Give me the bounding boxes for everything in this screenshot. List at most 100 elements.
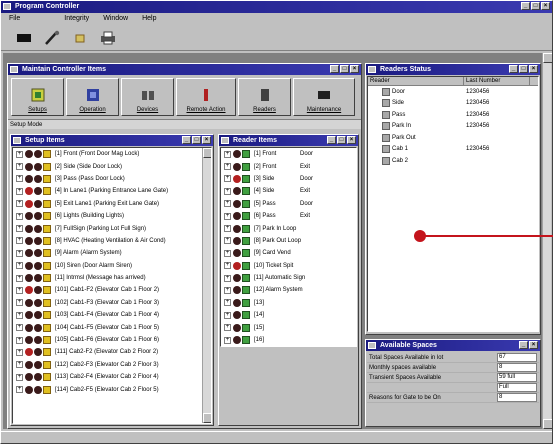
tree-item[interactable]: + [5] Exit Lane1 (Parking Exit Lane Gate) bbox=[13, 198, 211, 210]
remote-action-button[interactable]: Remote Action bbox=[176, 78, 236, 116]
wrench-icon[interactable] bbox=[43, 30, 61, 46]
expand-icon[interactable]: + bbox=[224, 299, 231, 307]
tree-item[interactable]: + [6] Pass Exit bbox=[221, 210, 356, 222]
tree-item[interactable]: + [3] Side Door bbox=[221, 173, 356, 185]
printer-icon[interactable] bbox=[99, 30, 117, 46]
space-value-field[interactable]: Full bbox=[497, 383, 537, 392]
tree-item[interactable]: + [11] Intrmsl (Message has arrived) bbox=[13, 272, 211, 284]
tree-item[interactable]: + [113] Cab2-F4 (Elevator Cab 2 Floor 4) bbox=[13, 371, 211, 383]
expand-icon[interactable]: + bbox=[224, 225, 231, 233]
expand-icon[interactable]: + bbox=[224, 150, 231, 158]
close-button[interactable]: × bbox=[350, 65, 359, 73]
expand-icon[interactable]: + bbox=[224, 175, 231, 183]
tree-item[interactable]: + [101] Cab1-F2 (Elevator Cab 1 Floor 2) bbox=[13, 284, 211, 296]
expand-icon[interactable]: + bbox=[16, 175, 23, 183]
table-row[interactable]: Side 1230456 bbox=[368, 98, 538, 110]
close-button[interactable]: × bbox=[347, 136, 356, 144]
expand-icon[interactable]: + bbox=[224, 262, 231, 270]
expand-icon[interactable]: + bbox=[16, 150, 23, 158]
close-button[interactable]: × bbox=[529, 341, 538, 349]
tree-item[interactable]: + [9] Alarm (Alarm System) bbox=[13, 247, 211, 259]
tree-item[interactable]: + [16] bbox=[221, 334, 356, 346]
tree-item[interactable]: + [104] Cab1-F5 (Elevator Cab 1 Floor 5) bbox=[13, 321, 211, 333]
minimize-button[interactable]: _ bbox=[327, 136, 336, 144]
menu-integrity[interactable]: Integrity bbox=[64, 13, 89, 25]
tree-item[interactable]: + [11] Automatic Sign bbox=[221, 272, 356, 284]
expand-icon[interactable]: + bbox=[16, 386, 23, 394]
space-value-field[interactable]: 59 full bbox=[497, 373, 537, 382]
tree-item[interactable]: + [1] Front Door bbox=[221, 148, 356, 160]
tree-item[interactable]: + [10] Ticket Spit bbox=[221, 260, 356, 272]
expand-icon[interactable]: + bbox=[224, 286, 231, 294]
column-header-reader[interactable]: Reader bbox=[368, 77, 464, 85]
tree-item[interactable]: + [105] Cab1-F6 (Elevator Cab 1 Floor 6) bbox=[13, 334, 211, 346]
expand-icon[interactable]: + bbox=[16, 336, 23, 344]
space-value-field[interactable]: 8 bbox=[497, 393, 537, 402]
expand-icon[interactable]: + bbox=[16, 274, 23, 282]
maximize-button[interactable]: □ bbox=[337, 136, 346, 144]
operation-button[interactable]: Operation bbox=[66, 78, 119, 116]
tree-item[interactable]: + [102] Cab1-F3 (Elevator Cab 1 Floor 3) bbox=[13, 297, 211, 309]
tree-item[interactable]: + [8] Park Out Loop bbox=[221, 235, 356, 247]
table-row[interactable]: Park Out bbox=[368, 132, 538, 144]
maintenance-button[interactable]: Maintenance bbox=[293, 78, 355, 116]
minimize-button[interactable]: _ bbox=[509, 65, 518, 73]
tree-item[interactable]: + [9] Card Vend bbox=[221, 247, 356, 259]
tree-item[interactable]: + [14] bbox=[221, 309, 356, 321]
close-button[interactable]: × bbox=[202, 136, 211, 144]
tree-item[interactable]: + [5] Pass Door bbox=[221, 198, 356, 210]
menu-help[interactable]: Help bbox=[142, 13, 156, 25]
tree-item[interactable]: + [12] Alarm System bbox=[221, 284, 356, 296]
readers-button[interactable]: Readers bbox=[238, 78, 291, 116]
tree-item[interactable]: + [2] Front Exit bbox=[221, 160, 356, 172]
table-row[interactable]: Pass 1230456 bbox=[368, 109, 538, 121]
setups-button[interactable]: Setups bbox=[11, 78, 64, 116]
expand-icon[interactable]: + bbox=[224, 311, 231, 319]
tree-item[interactable]: + [7] FullSign (Parking Lot Full Sign) bbox=[13, 222, 211, 234]
expand-icon[interactable]: + bbox=[16, 262, 23, 270]
table-row[interactable]: Door 1230456 bbox=[368, 86, 538, 98]
expand-icon[interactable]: + bbox=[16, 324, 23, 332]
workspace-scrollbar[interactable] bbox=[542, 53, 552, 429]
tree-item[interactable]: + [111] Cab2-F2 (Elevator Cab 2 Floor 2) bbox=[13, 346, 211, 358]
menu-window[interactable]: Window bbox=[103, 13, 128, 25]
space-value-field[interactable]: 67 bbox=[497, 353, 537, 362]
expand-icon[interactable]: + bbox=[224, 212, 231, 220]
key-icon[interactable] bbox=[71, 30, 89, 46]
maximize-button[interactable]: □ bbox=[531, 2, 540, 10]
expand-icon[interactable]: + bbox=[16, 373, 23, 381]
card-icon[interactable] bbox=[15, 30, 33, 46]
expand-icon[interactable]: + bbox=[224, 274, 231, 282]
maximize-button[interactable]: □ bbox=[192, 136, 201, 144]
table-row[interactable]: Cab 2 bbox=[368, 155, 538, 167]
expand-icon[interactable]: + bbox=[224, 200, 231, 208]
minimize-button[interactable]: _ bbox=[330, 65, 339, 73]
expand-icon[interactable]: + bbox=[224, 324, 231, 332]
tree-item[interactable]: + [4] In Lane1 (Parking Entrance Lane Gat… bbox=[13, 185, 211, 197]
expand-icon[interactable]: + bbox=[16, 311, 23, 319]
table-row[interactable]: Park In 1230456 bbox=[368, 121, 538, 133]
menu-file[interactable]: File bbox=[9, 13, 20, 25]
maximize-button[interactable]: □ bbox=[340, 65, 349, 73]
space-value-field[interactable]: 8 bbox=[497, 363, 537, 372]
devices-button[interactable]: Devices bbox=[121, 78, 174, 116]
minimize-button[interactable]: _ bbox=[519, 341, 528, 349]
setup-items-scrollbar[interactable] bbox=[202, 148, 211, 423]
tree-item[interactable]: + [13] bbox=[221, 297, 356, 309]
column-header-last-number[interactable]: Last Number bbox=[464, 77, 530, 85]
minimize-button[interactable]: _ bbox=[521, 2, 530, 10]
expand-icon[interactable]: + bbox=[16, 348, 23, 356]
expand-icon[interactable]: + bbox=[16, 237, 23, 245]
tree-item[interactable]: + [6] Lights (Building Lights) bbox=[13, 210, 211, 222]
expand-icon[interactable]: + bbox=[224, 187, 231, 195]
expand-icon[interactable]: + bbox=[16, 187, 23, 195]
tree-item[interactable]: + [10] Siren (Door Alarm Siren) bbox=[13, 260, 211, 272]
expand-icon[interactable]: + bbox=[16, 212, 23, 220]
tree-item[interactable]: + [112] Cab2-F3 (Elevator Cab 2 Floor 3) bbox=[13, 359, 211, 371]
expand-icon[interactable]: + bbox=[224, 163, 231, 171]
expand-icon[interactable]: + bbox=[16, 225, 23, 233]
tree-item[interactable]: + [7] Park In Loop bbox=[221, 222, 356, 234]
expand-icon[interactable]: + bbox=[16, 249, 23, 257]
tree-item[interactable]: + [8] HVAC (Heating Ventilation & Air Con… bbox=[13, 235, 211, 247]
tree-item[interactable]: + [15] bbox=[221, 321, 356, 333]
